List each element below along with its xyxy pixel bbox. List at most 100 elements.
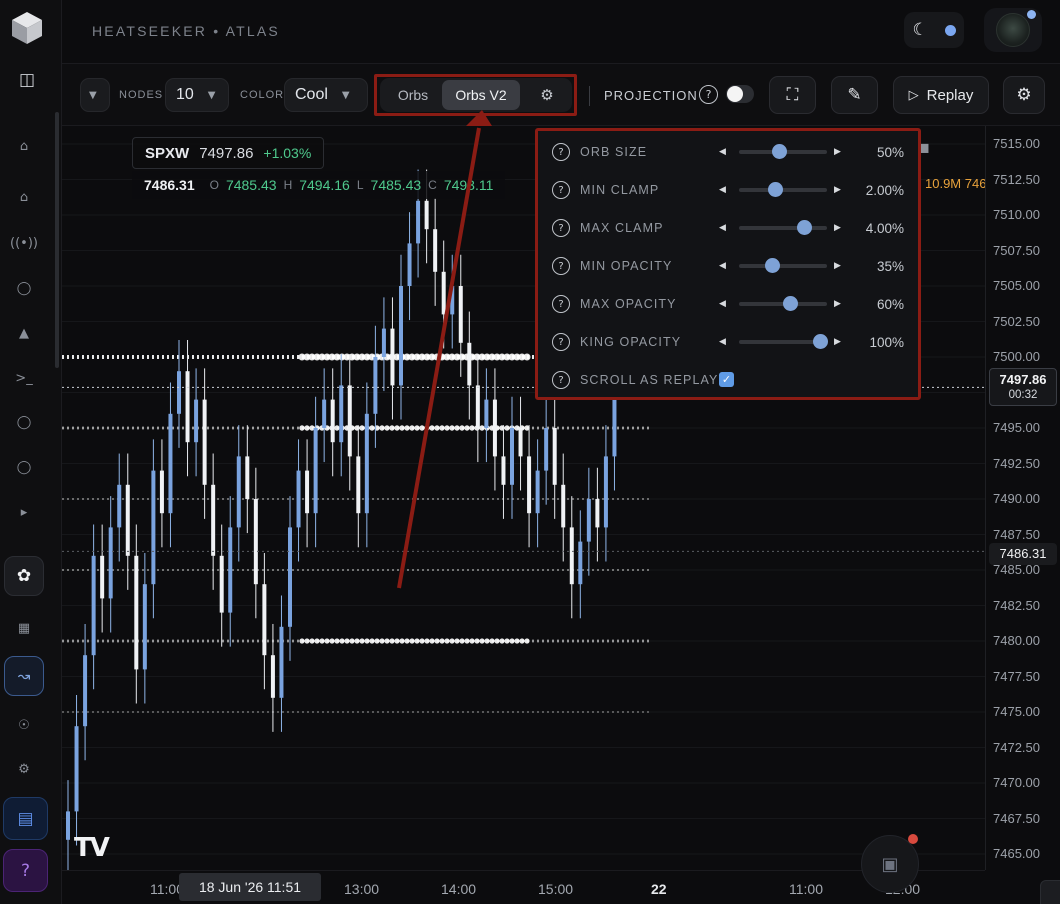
docs-book-icon[interactable]: ▤ [3, 797, 48, 840]
price-axis[interactable]: 7515.00 7512.50 7510.00 7507.50 7505.00 7502.… [985, 126, 1060, 870]
sidebar-scrollbar[interactable] [55, 112, 59, 368]
price-tick: 7500.00 [993, 349, 1040, 364]
price-tick: 7482.50 [993, 597, 1040, 613]
decrease-arrow-icon[interactable]: ◀ [719, 299, 726, 309]
candle-body [66, 811, 70, 840]
shield-alt-icon[interactable]: ◯ [13, 456, 35, 478]
setting-slider[interactable] [739, 182, 827, 197]
orb-node [464, 425, 470, 431]
tradingview-logo: TV [74, 833, 110, 863]
slider-handle[interactable] [797, 220, 813, 235]
scroll-as-replay-row[interactable]: ? SCROLL AS REPLAY ✓ [552, 367, 904, 393]
help-icon[interactable]: ? [552, 143, 570, 161]
candle-body [399, 286, 403, 386]
candle-body [612, 399, 617, 457]
broadcast-icon[interactable]: ((•)) [10, 232, 38, 254]
candle-body [305, 470, 310, 514]
graduation-icon[interactable]: ▲ [13, 322, 35, 344]
setting-slider[interactable] [739, 258, 827, 273]
decrease-arrow-icon[interactable]: ◀ [719, 185, 726, 195]
projection-toggle[interactable] [726, 85, 754, 103]
grid-icon[interactable]: ▦ [13, 617, 35, 639]
orb-node [369, 425, 375, 431]
setting-slider[interactable] [739, 334, 828, 349]
draw-pencil-button[interactable]: ✎ [831, 76, 878, 114]
current-price: 7497.86 [999, 372, 1047, 387]
shield-icon[interactable]: ◯ [13, 411, 35, 433]
orb-node [374, 638, 380, 644]
bug-icon[interactable]: ☉ [13, 714, 35, 736]
candle-body [356, 456, 361, 514]
decrease-arrow-icon[interactable]: ◀ [719, 223, 726, 233]
nodes-select[interactable]: 10 ▼ [165, 78, 229, 112]
decrease-arrow-icon[interactable]: ◀ [719, 337, 726, 347]
orb-node [449, 638, 455, 644]
user-avatar[interactable] [984, 8, 1042, 52]
decrease-arrow-icon[interactable]: ◀ [719, 147, 726, 157]
help-icon[interactable]: ? [552, 181, 570, 199]
orb-node [344, 638, 350, 644]
orb-node [399, 638, 405, 644]
time-axis[interactable]: 11:00 13:00 14:00 15:00 22 11:00 12:00 1… [62, 870, 985, 904]
symbol-legend[interactable]: SPXW 7497.86 +1.03% [132, 137, 325, 169]
orb-node [309, 638, 315, 644]
settings-cog-icon[interactable]: ⚙ [13, 758, 35, 780]
help-icon[interactable]: ? [552, 371, 570, 389]
fullscreen-button[interactable]: ⛶ [769, 76, 816, 114]
home-icon[interactable]: ⌂ [13, 135, 35, 157]
slider-handle[interactable] [768, 182, 784, 197]
setting-slider[interactable] [739, 220, 827, 235]
orb-node [299, 425, 305, 431]
chart-icon[interactable]: ↝ [4, 656, 44, 696]
help-icon[interactable]: ? [552, 295, 570, 313]
corner-button[interactable] [1040, 880, 1060, 904]
increase-arrow-icon[interactable]: ▶ [834, 147, 841, 157]
increase-arrow-icon[interactable]: ▶ [834, 337, 841, 347]
help-icon[interactable]: ? [552, 257, 570, 275]
orb-node [504, 425, 510, 431]
app-logo-icon[interactable] [7, 8, 47, 48]
slider-handle[interactable] [764, 258, 780, 273]
candle-body [202, 399, 207, 485]
orb-node [419, 425, 425, 431]
slider-handle[interactable] [783, 296, 799, 311]
crosshair-time-badge: 18 Jun '26 11:51 [179, 873, 321, 901]
slider-handle[interactable] [812, 334, 828, 349]
color-select[interactable]: Cool ▼ [284, 78, 368, 112]
increase-arrow-icon[interactable]: ▶ [834, 185, 841, 195]
settings-gear-button[interactable]: ⚙ [1003, 76, 1045, 114]
bot-notification-dot [908, 834, 918, 844]
time-tick: 14:00 [441, 881, 477, 897]
heatseeker-flame-icon[interactable]: ✿ [4, 556, 44, 596]
help-icon[interactable]: ? [3, 849, 48, 892]
scroll-as-replay-checkbox[interactable]: ✓ [719, 372, 734, 387]
camera-icon[interactable]: ◼ [918, 140, 938, 160]
price-tick: 7472.50 [993, 739, 1040, 755]
help-icon[interactable]: ? [552, 333, 570, 351]
increase-arrow-icon[interactable]: ▶ [834, 261, 841, 271]
toggle-sidebar-icon[interactable]: ◫ [7, 60, 47, 100]
setting-slider[interactable] [739, 296, 827, 311]
orb-node [299, 638, 305, 644]
decrease-arrow-icon[interactable]: ◀ [719, 261, 726, 271]
projection-help-icon[interactable]: ? [699, 85, 718, 104]
price-tick: 7487.50 [993, 526, 1040, 542]
orb-node [444, 425, 450, 431]
slider-handle[interactable] [771, 144, 787, 159]
replay-button[interactable]: ▷ Replay [893, 76, 989, 114]
lightbulb-icon[interactable]: ◯ [13, 277, 35, 299]
megaphone-icon[interactable]: ▸ [13, 501, 35, 523]
terminal-icon[interactable]: >_ [13, 367, 35, 389]
increase-arrow-icon[interactable]: ▶ [834, 299, 841, 309]
dashboard-icon[interactable]: ⌂ [13, 186, 35, 208]
price-tick: 7492.50 [993, 455, 1040, 471]
increase-arrow-icon[interactable]: ▶ [834, 223, 841, 233]
orb-node [459, 425, 465, 431]
collapsed-select[interactable]: ▼ [80, 78, 110, 112]
app-title: HEATSEEKER • ATLAS [92, 23, 280, 39]
candle-body [108, 527, 113, 599]
orb-node [479, 638, 485, 644]
theme-toggle[interactable]: ☾ [904, 12, 964, 48]
setting-slider[interactable] [739, 144, 827, 159]
help-icon[interactable]: ? [552, 219, 570, 237]
